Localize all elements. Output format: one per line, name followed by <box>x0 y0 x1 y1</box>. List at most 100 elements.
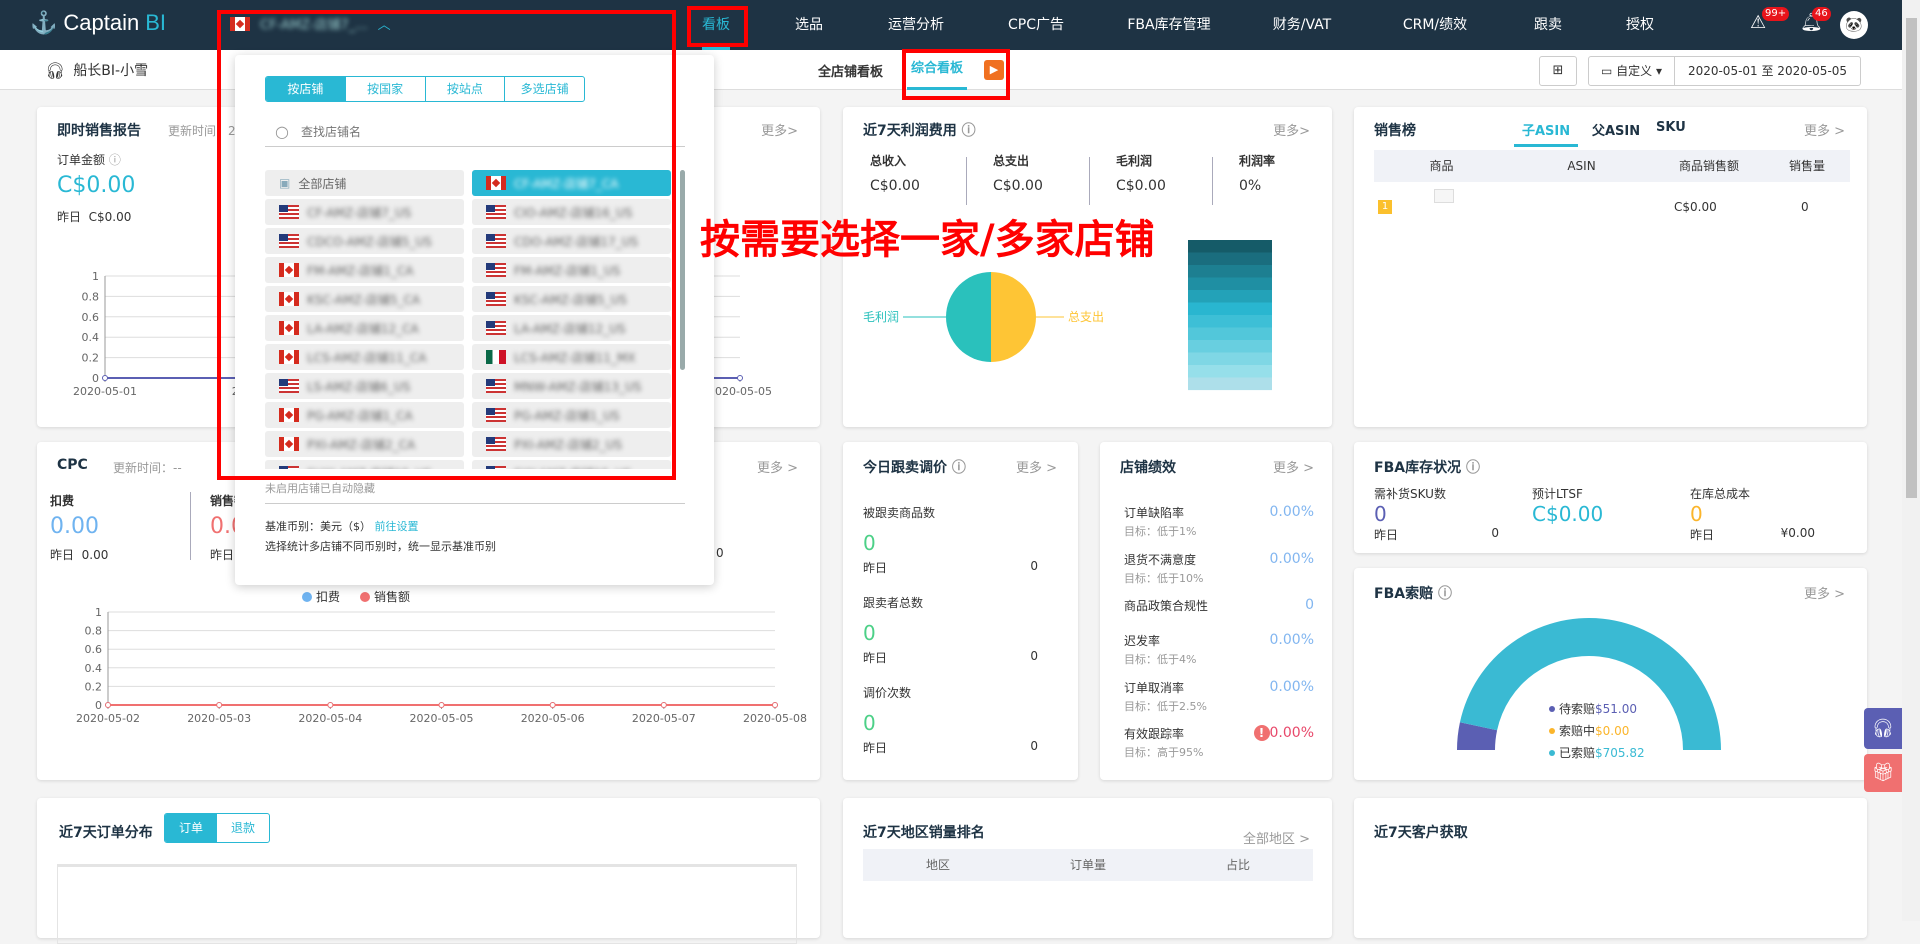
store-option[interactable]: FM-AMZ-店铺1_US <box>472 257 671 283</box>
help-icon: ⓘ <box>951 460 966 476</box>
y-tick-label: 1 <box>95 606 102 619</box>
store-option[interactable]: SYY-AMZ-店铺15_US <box>472 460 671 469</box>
store-option[interactable]: LCS-AMZ-店铺11_MX <box>472 344 671 370</box>
tab-multi-store[interactable]: 多选店铺 <box>504 77 584 101</box>
store-option[interactable]: CIO-AMZ-店铺16_US <box>472 199 671 225</box>
store-option[interactable]: PXI-AMZ-店铺2_CA <box>265 431 464 457</box>
us-flag-icon <box>486 379 506 393</box>
store-option[interactable]: FM-AMZ-店铺1_CA <box>265 257 464 283</box>
warning-icon: ! <box>1253 725 1270 741</box>
tab-by-site[interactable]: 按站点 <box>424 77 505 101</box>
date-mode-select[interactable]: ▭ 自定义 ▾ <box>1589 57 1675 85</box>
toggle-orders[interactable]: 订单 <box>165 814 218 842</box>
no-image-icon <box>1434 189 1454 203</box>
tab-overview[interactable]: 综合看板 <box>907 50 968 90</box>
us-flag-icon <box>486 205 506 219</box>
store-option[interactable]: LS-AMZ-店铺6_US <box>265 373 464 399</box>
avatar[interactable]: 🐼 <box>1840 11 1868 39</box>
store-option[interactable]: CF-AMZ-店铺7_CA <box>472 170 671 196</box>
tab-child-asin[interactable]: 子ASIN <box>1514 120 1579 147</box>
goto-settings-link[interactable]: 前往设置 <box>375 520 419 533</box>
y-tick-label: 0.2 <box>82 352 100 365</box>
all-regions-link[interactable]: 全部地区 > <box>1243 828 1310 847</box>
more-link[interactable]: 更多 > <box>1804 120 1845 139</box>
store-search[interactable]: ○ <box>265 117 685 147</box>
follow-metric: 被跟卖商品数 0 昨日 0 <box>863 506 1038 575</box>
y-tick-label: 0 <box>92 372 99 385</box>
region-table-header: 地区 订单量 占比 <box>863 849 1313 881</box>
nav-item[interactable]: 看板 <box>702 0 730 50</box>
y-tick-label: 0.6 <box>85 643 103 656</box>
store-option[interactable]: ▣ 全部店铺 <box>265 170 464 196</box>
tab-by-country[interactable]: 按国家 <box>344 77 425 101</box>
us-flag-icon <box>486 234 506 248</box>
nav-item[interactable]: 运营分析 <box>888 0 944 50</box>
y-tick-label: 0.8 <box>82 290 100 303</box>
store-option[interactable]: CDO-AMZ-店铺17_US <box>472 228 671 254</box>
store-option[interactable]: KSC-AMZ-店铺5_CA <box>265 286 464 312</box>
more-link[interactable]: 更多 > <box>1273 457 1314 476</box>
date-range[interactable]: 2020-05-01 至 2020-05-05 <box>1675 57 1860 85</box>
toggle-refunds[interactable]: 退款 <box>217 814 269 842</box>
scrollbar-thumb[interactable] <box>1906 18 1917 498</box>
support-button[interactable]: 🎧︎ <box>1864 708 1902 749</box>
tab-parent-asin[interactable]: 父ASIN <box>1592 120 1640 139</box>
alert-icon[interactable]: ⚠ 99+ <box>1750 7 1790 33</box>
user-info: 🎧︎ 船长BI-小雪 <box>45 60 149 80</box>
tab-sku[interactable]: SKU <box>1656 120 1686 135</box>
nav-item[interactable]: 财务/VAT <box>1273 0 1331 50</box>
store-option[interactable]: PG-AMZ-店铺1_CA <box>265 402 464 428</box>
alert-badge: 99+ <box>1762 7 1790 21</box>
store-option[interactable]: LA-AMZ-店铺12_CA <box>265 315 464 341</box>
fba-claim-card: FBA索赔 ⓘ 更多 > 待索赔 $51.00 索赔中 $0.00 已索赔 $705.82 <box>1354 568 1867 780</box>
store-list-scrollbar[interactable] <box>680 170 685 370</box>
nav-item[interactable]: CRM/绩效 <box>1403 0 1467 50</box>
color-scale-step <box>1188 240 1272 253</box>
store-search-input[interactable] <box>300 124 601 139</box>
store-selector[interactable]: CF-AMZ-店铺7_... ︿ <box>230 14 391 33</box>
us-flag-icon <box>279 466 299 469</box>
date-picker[interactable]: ▭ 自定义 ▾ 2020-05-01 至 2020-05-05 <box>1588 56 1861 86</box>
store-option[interactable]: LCS-AMZ-店铺11_CA <box>265 344 464 370</box>
store-option[interactable]: KSC-AMZ-店铺5_US <box>472 286 671 312</box>
legend-label: 索赔中 <box>1559 723 1595 738</box>
legend-value: $0.00 <box>1595 724 1629 738</box>
performance-metric: 商品政策合规性 0 <box>1124 597 1314 613</box>
more-link[interactable]: 更多 > <box>1016 457 1057 476</box>
x-tick-label: 2020-05-03 <box>187 712 251 725</box>
store-option[interactable]: MNW-AMZ-店铺13_US <box>472 373 671 399</box>
nav-item[interactable]: CPC广告 <box>1008 0 1064 50</box>
gift-button[interactable]: 🎁︎ <box>1864 754 1902 792</box>
store-option[interactable]: CDCO-AMZ-店铺5_US <box>265 228 464 254</box>
bell-icon[interactable]: 🔔︎ 46 <box>1800 7 1831 33</box>
logo[interactable]: ⚓ Captain BI <box>30 10 166 36</box>
x-tick-label: 2020-05-04 <box>298 712 362 725</box>
store-option[interactable]: SUXI-AMZ-店铺15_US <box>265 460 464 469</box>
nav-item[interactable]: 跟卖 <box>1534 0 1562 50</box>
captain-logo-icon: ⚓ <box>30 10 58 35</box>
table-row[interactable]: 1 C$0.00 0 <box>1374 187 1850 227</box>
us-flag-icon <box>486 292 506 306</box>
pie-label: 毛利润 <box>863 310 899 324</box>
y-tick-label: 1 <box>92 270 99 283</box>
store-option[interactable]: PXI-AMZ-店铺2_US <box>472 431 671 457</box>
play-icon[interactable]: ▶ <box>984 60 1004 80</box>
color-scale-step <box>1188 365 1272 378</box>
nav-item[interactable]: 选品 <box>795 0 823 50</box>
scrollbar[interactable] <box>1902 0 1920 921</box>
us-flag-icon <box>279 234 299 248</box>
store-option[interactable]: CF-AMZ-店铺7_US <box>265 199 464 225</box>
nav-item[interactable]: 授权 <box>1626 0 1654 50</box>
color-scale-step <box>1188 340 1272 353</box>
us-flag-icon <box>486 466 506 469</box>
layout-grid-button[interactable]: ⊞ <box>1539 56 1577 86</box>
x-tick-label: 2020-05-02 <box>76 712 140 725</box>
store-option[interactable]: PG-AMZ-店铺1_US <box>472 402 671 428</box>
canada-flag-icon <box>230 16 250 31</box>
data-point <box>549 702 556 708</box>
store-option[interactable]: LA-AMZ-店铺12_US <box>472 315 671 341</box>
tab-by-store[interactable]: 按店铺 <box>266 77 345 101</box>
nav-item[interactable]: FBA库存管理 <box>1127 0 1210 50</box>
gift-icon: 🎁︎ <box>1871 762 1895 783</box>
tab-all-stores[interactable]: 全店铺看板 <box>818 61 883 80</box>
